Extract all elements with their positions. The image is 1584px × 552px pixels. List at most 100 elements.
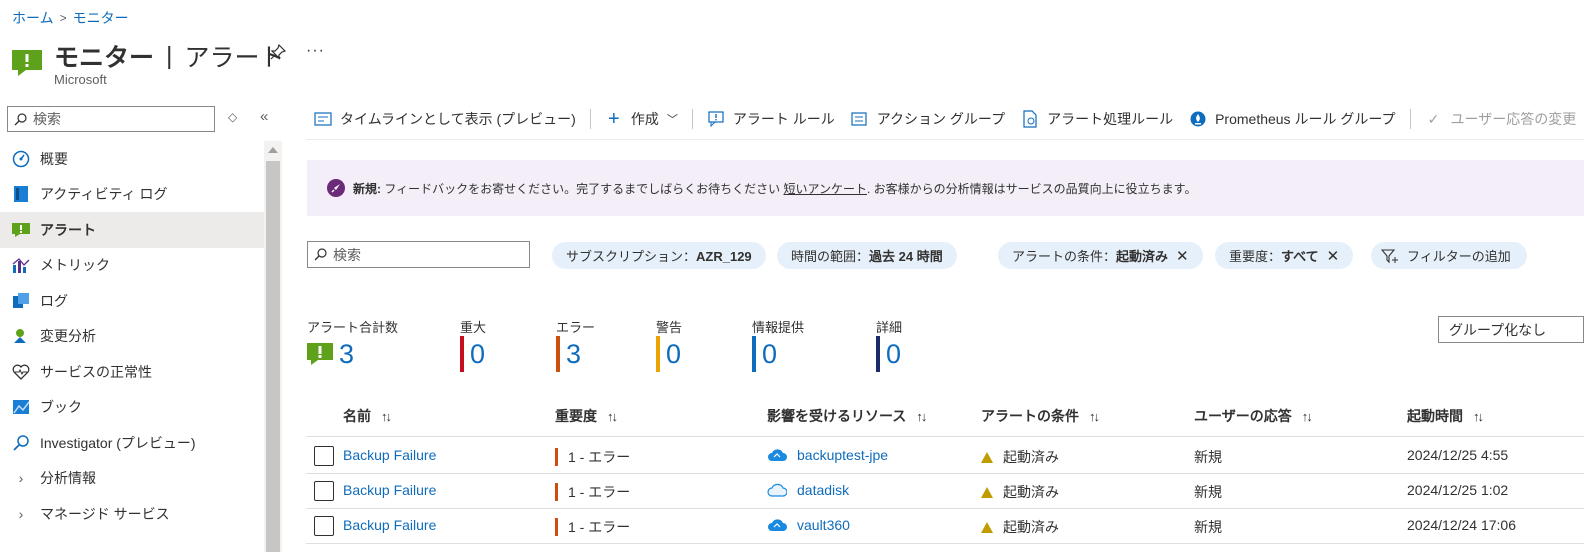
sidebar-item-label: Investigator (プレビュー) [40,434,196,451]
sidebar-item-label: アクティビティ ログ [40,186,168,203]
column-header-fired-time[interactable]: 起動時間 ↑↓ [1407,406,1484,426]
action-groups-button[interactable]: アクション グループ [843,109,1013,129]
filter-value: すべて [1281,249,1319,264]
processing-rule-icon [1021,110,1039,128]
create-button[interactable]: + 作成 ﹀ [597,107,686,130]
total-alerts-count[interactable]: 3 [307,336,354,372]
checkmark-icon: ✓ [1427,110,1440,127]
severity-cell: 1 - エラー [555,517,630,537]
sidebar-scrollbar[interactable] [264,141,282,552]
sidebar-item-investigator[interactable]: Investigator (プレビュー) [0,425,264,461]
pin-icon[interactable] [270,44,286,60]
search-icon [314,248,327,261]
sidebar-item-activity-log[interactable]: アクティビティ ログ [0,177,264,213]
survey-link[interactable]: 短いアンケート [783,182,867,196]
more-options-button[interactable]: ··· [306,42,325,60]
critical-severity-bar [460,336,464,372]
sidebar-item-insights[interactable]: › 分析情報 [0,461,264,497]
warning-count[interactable]: 0 [656,336,681,372]
resource-link[interactable]: backuptest-jpe [797,447,888,463]
close-icon[interactable]: ✕ [1327,247,1340,265]
resource-link[interactable]: vault360 [797,517,850,533]
add-filter-button[interactable]: フィルターの追加 [1371,242,1527,269]
sidebar-item-service-health[interactable]: サービスの正常性 [0,354,264,390]
sort-icon: ↑↓ [1089,408,1100,424]
sidebar-item-alerts[interactable]: アラート [0,212,264,248]
row-checkbox[interactable] [314,481,334,501]
plus-icon: + [607,107,620,130]
sidebar-item-logs[interactable]: ログ [0,283,264,319]
action-group-icon [851,110,869,128]
critical-count[interactable]: 0 [460,336,485,372]
alerts-search-input[interactable]: 検索 [307,241,530,268]
change-user-response-button[interactable]: ✓ ユーザー応答の変更 [1417,109,1584,129]
prometheus-rule-groups-button[interactable]: Prometheus ルール グループ [1181,109,1403,129]
close-icon[interactable]: ✕ [1176,247,1189,265]
collapse-sidebar-icon[interactable]: « [260,108,268,125]
resource-link[interactable]: datadisk [797,482,849,498]
row-checkbox[interactable] [314,446,334,466]
filter-label: サブスクリプション： [566,249,697,264]
warning-severity-bar [656,336,660,372]
column-header-name[interactable]: 名前 ↑↓ [343,406,392,426]
column-header-severity[interactable]: 重要度 ↑↓ [555,406,618,426]
alert-rule-icon [707,110,725,128]
search-icon [12,434,30,452]
sidebar-item-change-analysis[interactable]: 変更分析 [0,319,264,355]
sort-icon: ↑↓ [916,408,927,424]
user-response-cell: 新規 [1194,449,1222,465]
column-header-alert-condition[interactable]: アラートの条件 ↑↓ [981,406,1100,426]
sidebar-item-metrics[interactable]: メトリック [0,248,264,284]
column-header-affected-resource[interactable]: 影響を受けるリソース ↑↓ [767,406,927,426]
time-range-filter-pill[interactable]: 時間の範囲：過去 24 時間 [777,242,957,269]
alert-name-link[interactable]: Backup Failure [343,517,436,533]
sidebar-item-workbooks[interactable]: ブック [0,390,264,426]
alert-processing-rules-button[interactable]: アラート処理ルール [1013,109,1181,129]
alert-name-link[interactable]: Backup Failure [343,447,436,463]
breadcrumb-monitor-link[interactable]: モニター [73,8,129,28]
user-response-cell: 新規 [1194,484,1222,500]
group-by-dropdown[interactable]: グループ化なし [1438,316,1584,343]
chart-icon [12,256,30,274]
verbose-count[interactable]: 0 [876,336,901,372]
condition-label: 起動済み [1003,449,1059,465]
column-header-label: 名前 [343,408,371,424]
view-as-timeline-button[interactable]: タイムラインとして表示 (プレビュー) [314,109,584,129]
sort-icon: ↑↓ [1473,408,1484,424]
chevron-right-icon: › [18,470,24,487]
table-row[interactable]: Backup Failure 1 - エラー vault360 起動済み 新規 … [306,508,1584,543]
condition-cell: 起動済み [981,482,1059,502]
scroll-up-arrow[interactable] [268,147,278,153]
sidebar-item-overview[interactable]: 概要 [0,141,264,177]
sidebar-search-input[interactable]: 検索 [7,106,215,132]
condition-cell: 起動済み [981,517,1059,537]
alert-rules-button[interactable]: アラート ルール [699,109,843,129]
alert-name-link[interactable]: Backup Failure [343,482,436,498]
error-count[interactable]: 3 [556,336,581,372]
error-severity-bar [555,518,558,536]
sidebar-item-managed-services[interactable]: › マネージド サービス [0,496,264,532]
fired-time-cell: 2024/12/25 4:55 [1407,447,1509,463]
scroll-thumb[interactable] [266,161,280,552]
sidebar-item-label: ログ [40,292,68,309]
alert-icon [307,343,333,365]
sidebar-item-label: 変更分析 [40,328,96,345]
severity-filter-pill[interactable]: 重要度：すべて ✕ [1215,242,1354,269]
row-checkbox[interactable] [314,516,334,536]
toolbar-divider [691,109,693,129]
table-row[interactable]: Backup Failure 1 - エラー backuptest-jpe 起動… [306,438,1584,473]
condition-cell: 起動済み [981,447,1059,467]
column-header-user-response[interactable]: ユーザーの応答 ↑↓ [1194,406,1313,426]
filter-value: 起動済み [1116,249,1169,264]
table-row[interactable]: Backup Failure 1 - エラー datadisk 起動済み 新規 … [306,473,1584,508]
filter-value: AZR_129 [696,249,752,264]
alert-condition-filter-pill[interactable]: アラートの条件：起動済み ✕ [998,242,1203,269]
severity-label: 1 - エラー [568,519,631,535]
column-header-label: 起動時間 [1407,408,1463,424]
informational-count[interactable]: 0 [752,336,777,372]
verbose-severity-bar [876,336,880,372]
condition-label: 起動済み [1003,484,1059,500]
expand-collapse-icon[interactable]: ◇ [228,110,237,124]
subscription-filter-pill[interactable]: サブスクリプション：AZR_129 [552,242,766,269]
breadcrumb-home-link[interactable]: ホーム [12,8,54,28]
